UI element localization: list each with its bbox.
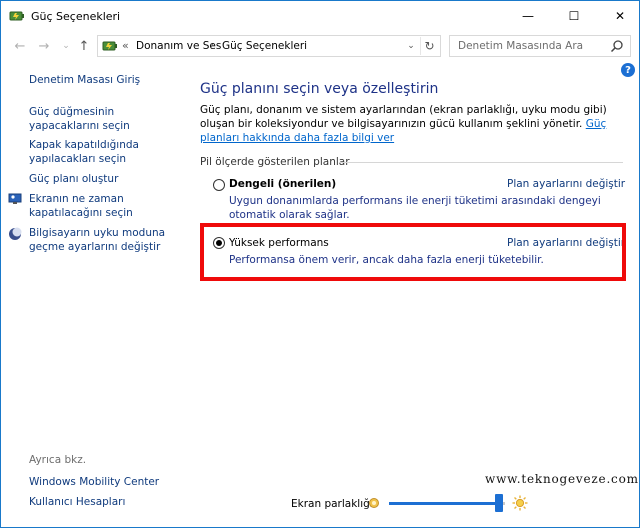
sidebar-item-display-off[interactable]: Ekranın ne zaman kapatılacağını seçin — [29, 192, 179, 220]
search-placeholder: Denetim Masasında Ara — [458, 40, 584, 52]
group-divider — [339, 162, 623, 163]
brightness-slider-fill — [389, 502, 499, 505]
power-options-icon — [102, 41, 117, 51]
brightness-slider-thumb[interactable] — [495, 494, 503, 512]
recent-locations-button[interactable]: ⌄ — [57, 37, 75, 55]
sidebar-item-create-plan[interactable]: Güç planı oluştur — [29, 172, 118, 186]
see-also-user-accounts[interactable]: Kullanıcı Hesapları — [29, 495, 125, 509]
minimize-button[interactable]: — — [505, 1, 551, 31]
plan-balanced-radio[interactable] — [213, 179, 225, 191]
help-icon[interactable]: ? — [621, 63, 635, 77]
moon-icon — [9, 227, 22, 240]
see-also-mobility-center[interactable]: Windows Mobility Center — [29, 475, 159, 489]
watermark: www.teknogeveze.com — [485, 472, 639, 486]
brightness-slider[interactable] — [389, 494, 505, 512]
plan-balanced-description: Uygun donanımlarda performans ile enerji… — [229, 195, 601, 221]
page-description: Güç planı, donanım ve sistem ayarlarında… — [200, 103, 624, 145]
up-button[interactable]: ↑ — [75, 37, 93, 55]
refresh-icon[interactable]: ↻ — [420, 37, 438, 55]
title-bar: Güç Seçenekleri — ☐ ✕ — [1, 1, 639, 31]
close-button[interactable]: ✕ — [597, 1, 640, 31]
forward-button[interactable]: → — [35, 37, 53, 55]
back-button[interactable]: ← — [11, 37, 29, 55]
monitor-icon — [8, 193, 22, 204]
sidebar-item-control-panel-home[interactable]: Denetim Masası Giriş — [29, 73, 140, 87]
window-title: Güç Seçenekleri — [31, 10, 121, 23]
brightness-label: Ekran parlaklığı: — [291, 498, 377, 510]
plan-balanced-name[interactable]: Dengeli (önerilen) — [229, 178, 336, 190]
sidebar-item-lid-close[interactable]: Kapak kapatıldığında yapılacakları seçin — [29, 138, 179, 166]
sidebar-item-sleep-settings[interactable]: Bilgisayarın uyku moduna geçme ayarların… — [29, 226, 189, 254]
search-input[interactable]: Denetim Masasında Ara — [449, 35, 631, 57]
search-icon[interactable] — [610, 39, 624, 53]
power-options-icon — [9, 11, 24, 21]
plan-balanced-settings-link[interactable]: Plan ayarlarını değiştir — [507, 178, 625, 190]
brightness-low-icon — [369, 498, 379, 508]
page-title: Güç planını seçin veya özelleştirin — [200, 81, 439, 97]
description-text: Güç planı, donanım ve sistem ayarlarında… — [200, 104, 607, 130]
breadcrumb-power-options[interactable]: Güç Seçenekleri — [222, 40, 307, 52]
maximize-button[interactable]: ☐ — [551, 1, 597, 31]
navigation-bar: ← → ⌄ ↑ « Donanım ve Ses › Güç Seçenekle… — [1, 33, 639, 59]
address-bar[interactable]: « Donanım ve Ses › Güç Seçenekleri ⌄ ↻ — [97, 35, 441, 57]
chevron-down-icon[interactable]: ⌄ — [404, 38, 418, 54]
sidebar-item-power-button[interactable]: Güç düğmesinin yapacaklarını seçin — [29, 105, 179, 133]
power-options-window: Güç Seçenekleri — ☐ ✕ ← → ⌄ ↑ « Donanım … — [0, 0, 640, 528]
breadcrumb-hardware-sound[interactable]: Donanım ve Ses — [136, 40, 221, 52]
highlight-annotation — [200, 223, 626, 281]
brightness-high-icon — [512, 495, 528, 511]
chevron-right-icon[interactable]: › — [210, 40, 214, 51]
plan-group-title: Pil ölçerde gösterilen planlar — [200, 156, 350, 168]
address-overflow[interactable]: « — [122, 39, 129, 52]
see-also-heading: Ayrıca bkz. — [29, 454, 87, 466]
